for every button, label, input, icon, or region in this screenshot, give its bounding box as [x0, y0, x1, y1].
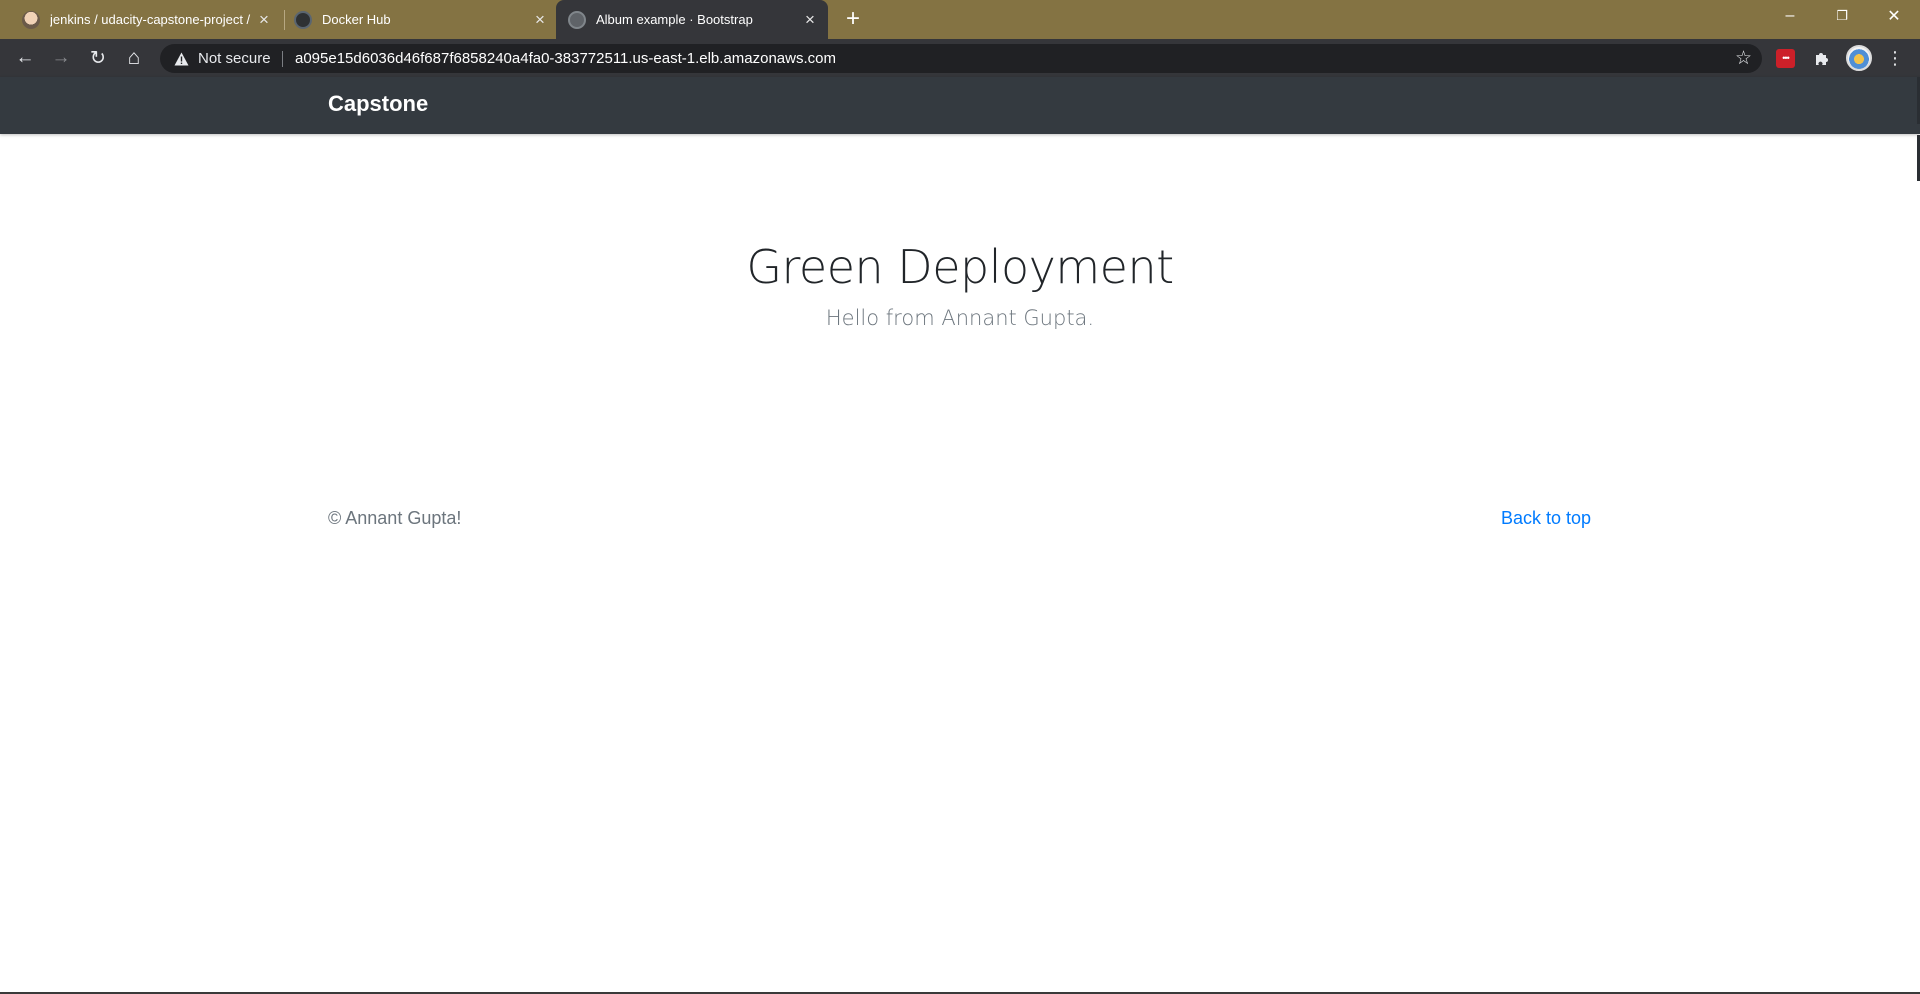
url-text[interactable]: a095e15d6036d46f687f6858240a4fa0-3837725… — [295, 50, 836, 67]
bookmark-star-icon[interactable]: ☆ — [1735, 47, 1752, 70]
new-tab-button[interactable]: + — [840, 6, 866, 32]
footer-copyright: © Annant Gupta! — [328, 508, 462, 528]
tab-album-example[interactable]: Album example · Bootstrap × — [556, 0, 828, 39]
tab-strip: jenkins / udacity-capstone-project / × D… — [0, 0, 1920, 39]
site-navbar: Capstone — [0, 77, 1920, 134]
address-bar[interactable]: Not secure a095e15d6036d46f687f6858240a4… — [160, 44, 1762, 73]
lastpass-extension-icon[interactable]: ••• — [1776, 49, 1795, 68]
tab-separator — [284, 10, 285, 30]
tab-title: Album example · Bootstrap — [596, 12, 753, 27]
back-button[interactable]: ← — [12, 45, 38, 71]
home-button[interactable]: ⌂ — [121, 45, 147, 71]
globe-icon — [568, 10, 586, 29]
tab-title: jenkins / udacity-capstone-project / — [50, 12, 251, 27]
browser-toolbar: ← → ↻ ⌂ Not secure a095e15d6036d46f687f6… — [0, 39, 1920, 77]
docker-icon — [294, 10, 312, 29]
restore-button[interactable]: ❐ — [1814, 0, 1870, 32]
forward-button[interactable]: → — [48, 45, 74, 71]
close-window-button[interactable]: ✕ — [1866, 0, 1920, 32]
close-icon[interactable]: × — [800, 10, 820, 30]
hero-section: Green Deployment Hello from Annant Gupta… — [0, 240, 1920, 330]
browser-menu-icon[interactable]: ⋮ — [1883, 46, 1907, 70]
navbar-brand[interactable]: Capstone — [328, 91, 428, 117]
hero-lead-text: Hello from Annant Gupta. — [825, 306, 1095, 330]
scrollbar[interactable] — [1915, 77, 1920, 181]
security-label[interactable]: Not secure — [198, 50, 271, 67]
reload-button[interactable]: ↻ — [85, 45, 111, 71]
extensions-puzzle-icon[interactable] — [1810, 46, 1834, 70]
tab-jenkins[interactable]: jenkins / udacity-capstone-project / × — [22, 0, 274, 39]
close-icon[interactable]: × — [254, 10, 274, 30]
tab-title: Docker Hub — [322, 12, 391, 27]
warning-icon[interactable] — [172, 49, 191, 68]
page-title: Green Deployment — [746, 240, 1174, 294]
omnibox-divider — [282, 51, 283, 67]
minimize-button[interactable]: – — [1762, 0, 1818, 32]
profile-avatar[interactable] — [1846, 45, 1872, 71]
back-to-top-link[interactable]: Back to top — [1501, 508, 1591, 529]
close-icon[interactable]: × — [530, 10, 550, 30]
jenkins-icon — [22, 10, 40, 29]
tab-docker-hub[interactable]: Docker Hub × — [294, 0, 550, 39]
